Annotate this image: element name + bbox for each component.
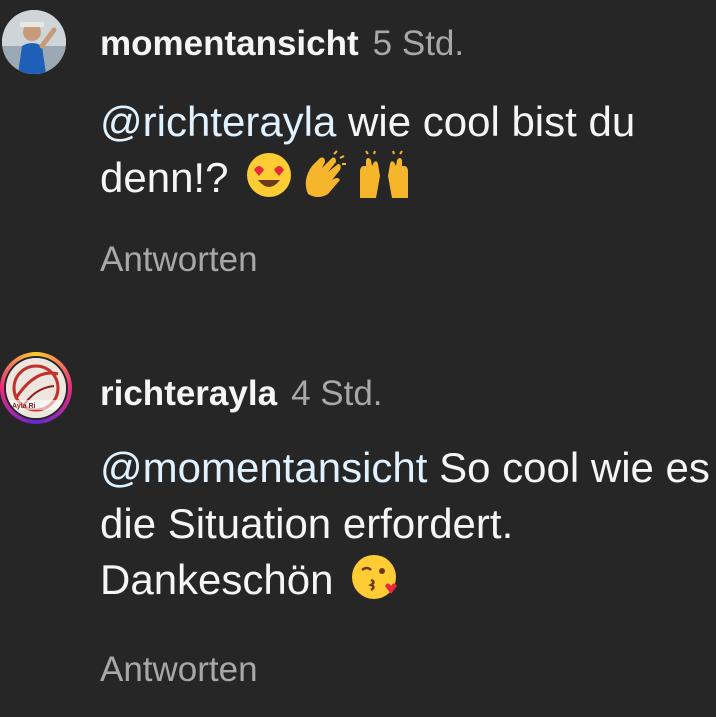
mention-link[interactable]: @momentansicht (100, 444, 427, 491)
heart-eyes-emoji (244, 150, 294, 214)
avatar-caption: Ayla Ri (12, 403, 36, 410)
timestamp: 5 Std. (372, 24, 465, 63)
comment-header: richterayla 4 Std. (100, 374, 383, 414)
comment-header: momentansicht 5 Std. (100, 24, 464, 64)
avatar-image: Ayla Ri (6, 358, 66, 418)
comment-text: @momentansicht So cool wie es die Situat… (100, 440, 710, 616)
mention-link[interactable]: @richterayla (100, 98, 336, 145)
avatar[interactable] (2, 10, 66, 74)
kissing-heart-emoji (349, 552, 399, 616)
timestamp: 4 Std. (291, 374, 383, 413)
reply-button[interactable]: Antworten (100, 240, 258, 280)
comment-text: @richterayla wie cool bist du denn!? (100, 94, 710, 214)
clapping-hands-emoji (298, 150, 350, 214)
avatar: Ayla Ri (4, 356, 68, 420)
raising-hands-emoji (354, 150, 414, 214)
avatar-story-ring[interactable]: Ayla Ri (0, 352, 72, 424)
username[interactable]: richterayla (100, 374, 277, 413)
username[interactable]: momentansicht (100, 24, 359, 63)
reply-button[interactable]: Antworten (100, 650, 258, 690)
